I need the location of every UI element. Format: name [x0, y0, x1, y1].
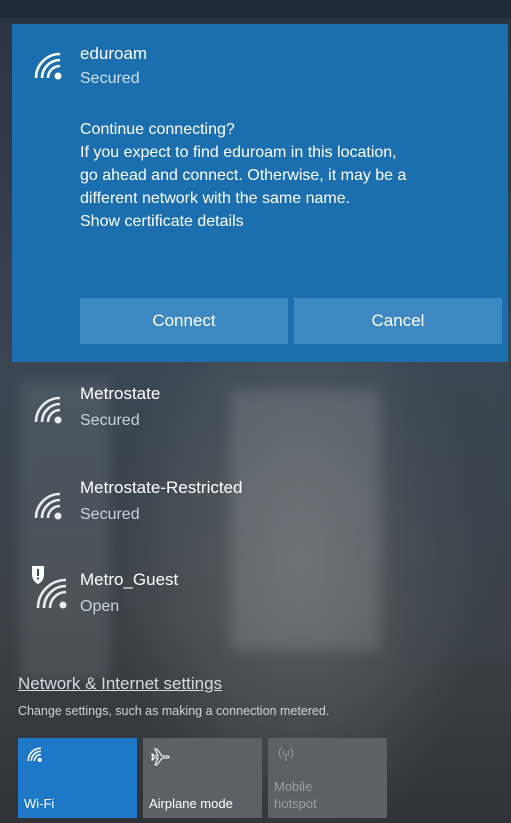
- network-item-metro-guest[interactable]: Metro_Guest Open: [12, 558, 508, 638]
- prompt-line: different network with the same name.: [80, 190, 351, 207]
- connect-prompt: Continue connecting? If you expect to fi…: [80, 118, 500, 233]
- prompt-line: If you expect to find eduroam in this lo…: [80, 144, 397, 161]
- network-settings-description: Change settings, such as making a connec…: [18, 704, 330, 718]
- network-name: Metrostate-Restricted: [80, 478, 243, 497]
- network-item-metrostate[interactable]: Metrostate Secured: [12, 372, 508, 452]
- network-item-metrostate-restricted[interactable]: Metrostate-Restricted Secured: [12, 468, 508, 548]
- network-name: eduroam: [80, 44, 148, 63]
- network-status: Secured: [80, 412, 140, 429]
- mobile-hotspot-tile[interactable]: Mobile hotspot: [268, 738, 387, 818]
- wifi-icon: [27, 747, 42, 762]
- wifi-icon: [34, 492, 62, 520]
- network-flyout: eduroam Secured Continue connecting? If …: [0, 0, 511, 823]
- cancel-button[interactable]: Cancel: [294, 298, 502, 344]
- network-name: Metro_Guest: [80, 570, 179, 589]
- network-item-eduroam-expanded[interactable]: eduroam Secured Continue connecting? If …: [12, 24, 508, 362]
- network-name: Metrostate: [80, 384, 161, 403]
- connect-button[interactable]: Connect: [80, 298, 288, 344]
- network-status: Secured: [80, 506, 140, 523]
- prompt-line: go ahead and connect. Otherwise, it may …: [80, 167, 407, 184]
- network-status: Open: [80, 598, 120, 615]
- tile-label-line: hotspot: [274, 796, 317, 811]
- prompt-line: Continue connecting?: [80, 121, 235, 138]
- network-settings-link[interactable]: Network & Internet settings: [18, 674, 222, 694]
- tile-label-line: Mobile: [274, 779, 313, 794]
- wifi-icon: [34, 52, 62, 80]
- tile-label: Airplane mode: [149, 796, 233, 811]
- hotspot-icon: [278, 747, 294, 761]
- wifi-shield-icon: [32, 566, 67, 609]
- show-certificate-link[interactable]: Show certificate details: [80, 210, 500, 233]
- airplane-icon: [151, 748, 170, 766]
- wifi-icon: [34, 396, 62, 424]
- wifi-toggle-tile[interactable]: Wi-Fi: [18, 738, 137, 818]
- tile-label: Mobile hotspot: [274, 778, 317, 812]
- airplane-mode-tile[interactable]: Airplane mode: [143, 738, 262, 818]
- tile-label: Wi-Fi: [24, 796, 55, 811]
- top-edge: [0, 0, 511, 18]
- network-status: Secured: [80, 70, 140, 87]
